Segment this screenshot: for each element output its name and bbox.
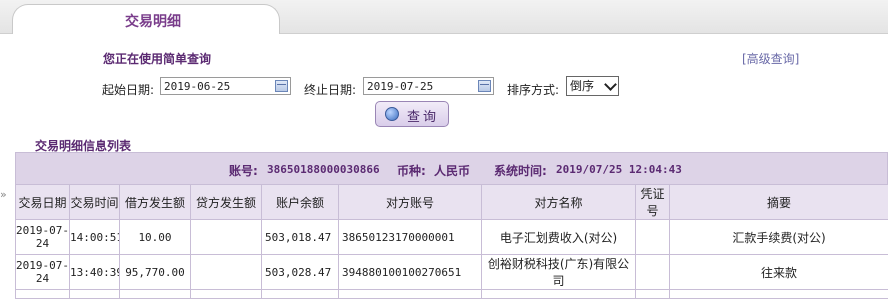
col-header-credit: 贷方发生额 — [191, 185, 262, 220]
cell-credit — [191, 255, 262, 290]
advanced-query-link[interactable]: [高级查询] — [742, 50, 799, 67]
cell-counterparty-account: 394880100100270651 — [339, 255, 482, 290]
col-header-counterparty-name: 对方名称 — [482, 185, 636, 220]
calendar-icon[interactable] — [478, 80, 491, 92]
start-date-input[interactable]: 2019-06-25 — [160, 77, 291, 95]
cell-date: 2019-07-24 — [16, 220, 70, 255]
transaction-table: 交易日期 交易时间 借方发生额 贷方发生额 账户余额 对方账号 对方名称 凭证号… — [15, 184, 888, 299]
cell-balance: 503,018.47 — [262, 220, 339, 255]
cell-time: 13:40:39 — [70, 255, 120, 290]
system-time-value: 2019/07/25 12:04:43 — [556, 163, 682, 176]
col-header-summary: 摘要 — [670, 185, 888, 220]
top-bar: 交易明细 — [0, 0, 888, 34]
tab-label: 交易明细 — [125, 11, 181, 31]
query-mode-text: 您正在使用简单查询 — [103, 50, 211, 67]
query-button[interactable]: 查询 — [375, 101, 449, 127]
cell-debit: 10.00 — [120, 220, 191, 255]
sort-label: 排序方式: — [507, 81, 559, 98]
end-date-label: 终止日期: — [304, 81, 356, 98]
cell-voucher — [636, 255, 670, 290]
col-header-balance: 账户余额 — [262, 185, 339, 220]
chevron-down-icon — [604, 78, 617, 91]
currency-label: 币种: — [397, 162, 426, 179]
sort-order-value: 倒序 — [570, 79, 594, 93]
cell-date: 2019-07-24 — [16, 255, 70, 290]
cell-time: 14:00:51 — [70, 220, 120, 255]
tab-transaction-details[interactable]: 交易明细 — [12, 4, 280, 35]
col-header-voucher: 凭证号 — [636, 185, 670, 220]
cell-summary: 汇款手续费(对公) — [670, 220, 888, 255]
end-date-input[interactable]: 2019-07-25 — [363, 77, 494, 95]
cell-credit — [191, 220, 262, 255]
account-number: 38650188000030866 — [267, 163, 380, 176]
table-row: 2019-07-24 13:40:39 95,770.00 503,028.47… — [16, 255, 888, 290]
globe-search-icon — [385, 107, 399, 121]
start-date-value: 2019-06-25 — [164, 80, 230, 93]
col-header-counterparty-account: 对方账号 — [339, 185, 482, 220]
table-row — [16, 290, 888, 299]
end-date-value: 2019-07-25 — [367, 80, 433, 93]
system-time-label: 系统时间: — [494, 162, 547, 179]
cell-counterparty-name: 创裕财税科技(广东)有限公司 — [482, 255, 636, 290]
table-header-row: 交易日期 交易时间 借方发生额 贷方发生额 账户余额 对方账号 对方名称 凭证号… — [16, 185, 888, 220]
col-header-time: 交易时间 — [70, 185, 120, 220]
calendar-icon[interactable] — [275, 80, 288, 92]
table-row: 2019-07-24 14:00:51 10.00 503,018.47 386… — [16, 220, 888, 255]
col-header-debit: 借方发生额 — [120, 185, 191, 220]
col-header-date: 交易日期 — [16, 185, 70, 220]
cell-counterparty-account: 38650123170000001 — [339, 220, 482, 255]
sort-order-select[interactable]: 倒序 — [566, 76, 619, 96]
account-label: 账号: — [229, 162, 258, 179]
cell-summary: 往来款 — [670, 255, 888, 290]
cell-counterparty-name: 电子汇划费收入(对公) — [482, 220, 636, 255]
cell-debit: 95,770.00 — [120, 255, 191, 290]
cell-balance: 503,028.47 — [262, 255, 339, 290]
cell-voucher — [636, 220, 670, 255]
account-info-bar: 账号: 38650188000030866 币种: 人民币 系统时间: 2019… — [15, 152, 888, 185]
start-date-label: 起始日期: — [102, 81, 154, 98]
currency-value: 人民币 — [434, 162, 470, 179]
collapse-arrow-icon[interactable]: » — [0, 188, 7, 201]
query-button-label: 查询 — [407, 106, 439, 125]
